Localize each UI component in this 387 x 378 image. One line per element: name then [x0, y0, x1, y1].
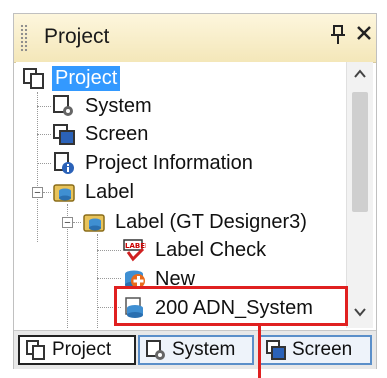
svg-text:LABEL: LABEL	[125, 242, 146, 250]
tree-node-label: Project	[52, 65, 121, 91]
collapse-label-toggle[interactable]: −	[32, 187, 43, 199]
tree-node-label-gt-designer3[interactable]: Label (GT Designer3)	[82, 208, 310, 236]
panel-tab-strip: Project System Screen	[14, 330, 376, 369]
tab-system[interactable]: System	[138, 335, 254, 365]
system-icon	[52, 94, 76, 118]
tree-node-system[interactable]: System	[52, 92, 155, 120]
tab-label: Project	[52, 339, 112, 360]
tab-screen[interactable]: Screen	[258, 335, 372, 365]
scroll-thumb[interactable]	[352, 92, 368, 212]
tree-node-label: Label	[85, 180, 134, 203]
label-db-icon	[82, 210, 106, 234]
drag-grip-icon[interactable]	[20, 24, 28, 52]
tab-label: System	[172, 339, 236, 360]
screen-icon	[265, 339, 287, 361]
tree-scrollbar[interactable]	[346, 62, 373, 328]
collapse-gt-label-toggle[interactable]: −	[62, 217, 73, 229]
tree-node-project[interactable]: Project	[22, 64, 121, 92]
panel-titlebar[interactable]: Project	[14, 14, 376, 63]
close-icon[interactable]	[355, 22, 373, 50]
tab-label: Screen	[292, 339, 353, 360]
label-check-icon: LABEL	[122, 238, 150, 262]
annotation-pointer-line	[258, 326, 261, 378]
tree-node-label-check[interactable]: LABEL Label Check	[122, 236, 269, 264]
system-icon	[145, 339, 167, 361]
project-icon	[25, 339, 47, 361]
pin-icon[interactable]	[329, 24, 347, 52]
label-folder-icon	[52, 180, 76, 204]
tree-node-screen[interactable]: Screen	[52, 120, 151, 148]
tree-node-label: Project Information	[85, 151, 253, 174]
annotation-highlight-box	[114, 286, 348, 326]
info-icon	[52, 151, 76, 175]
scroll-up-icon[interactable]	[347, 64, 373, 86]
tree-node-label: Screen	[85, 122, 149, 145]
tree-node-label: Label Check	[155, 238, 267, 261]
scroll-down-icon[interactable]	[347, 302, 373, 324]
tree-node-label: System	[85, 94, 152, 117]
tree-node-project-information[interactable]: Project Information	[52, 149, 256, 177]
tree-node-label-folder[interactable]: Label	[52, 178, 137, 206]
panel-title: Project	[44, 25, 110, 48]
tab-project[interactable]: Project	[18, 335, 136, 365]
project-icon	[22, 66, 46, 90]
screen-icon	[52, 122, 76, 146]
tree-node-label: Label (GT Designer3)	[115, 210, 307, 233]
